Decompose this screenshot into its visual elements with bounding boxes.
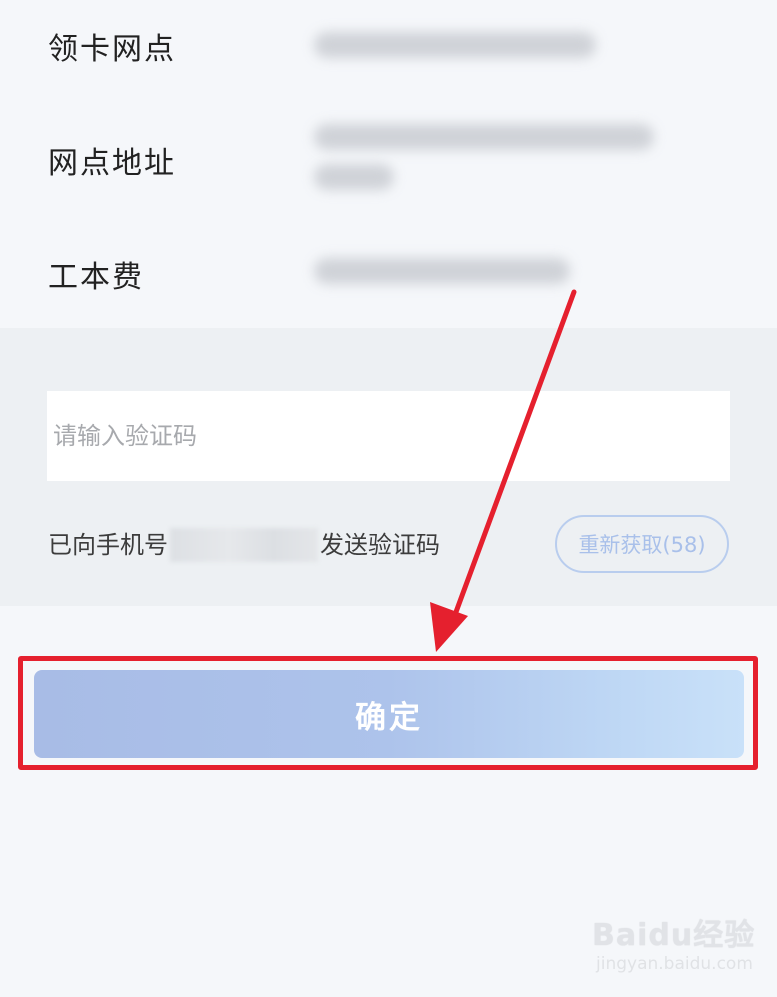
- info-value-address-line1-blurred: [314, 124, 654, 150]
- info-label-fee: 工本费: [48, 260, 144, 295]
- resend-code-button[interactable]: 重新获取(58): [555, 515, 729, 573]
- confirm-button[interactable]: 确定: [34, 670, 744, 758]
- baidu-jingyan-watermark: Baidu经验 jingyan.baidu.com: [592, 910, 754, 980]
- annotation-arrow-head: [430, 602, 468, 652]
- code-sent-hint-prefix: 已向手机号: [48, 531, 168, 559]
- info-label-address: 网点地址: [48, 146, 176, 181]
- verification-section: 已向手机号 发送验证码 重新获取(58): [0, 328, 777, 606]
- code-sent-hint: 已向手机号 发送验证码: [48, 528, 440, 562]
- watermark-logo: Baidu经验: [592, 918, 756, 953]
- info-value-address-line2-blurred: [314, 164, 394, 190]
- card-info-section: 领卡网点 网点地址 工本费: [0, 0, 777, 328]
- code-sent-hint-suffix: 发送验证码: [320, 531, 440, 559]
- verification-code-input[interactable]: [47, 391, 730, 481]
- info-value-fee-blurred: [314, 258, 570, 284]
- info-label-branch: 领卡网点: [48, 32, 176, 67]
- watermark-url: jingyan.baidu.com: [596, 954, 753, 974]
- masked-phone-number: [170, 528, 318, 562]
- info-value-branch-blurred: [314, 32, 596, 58]
